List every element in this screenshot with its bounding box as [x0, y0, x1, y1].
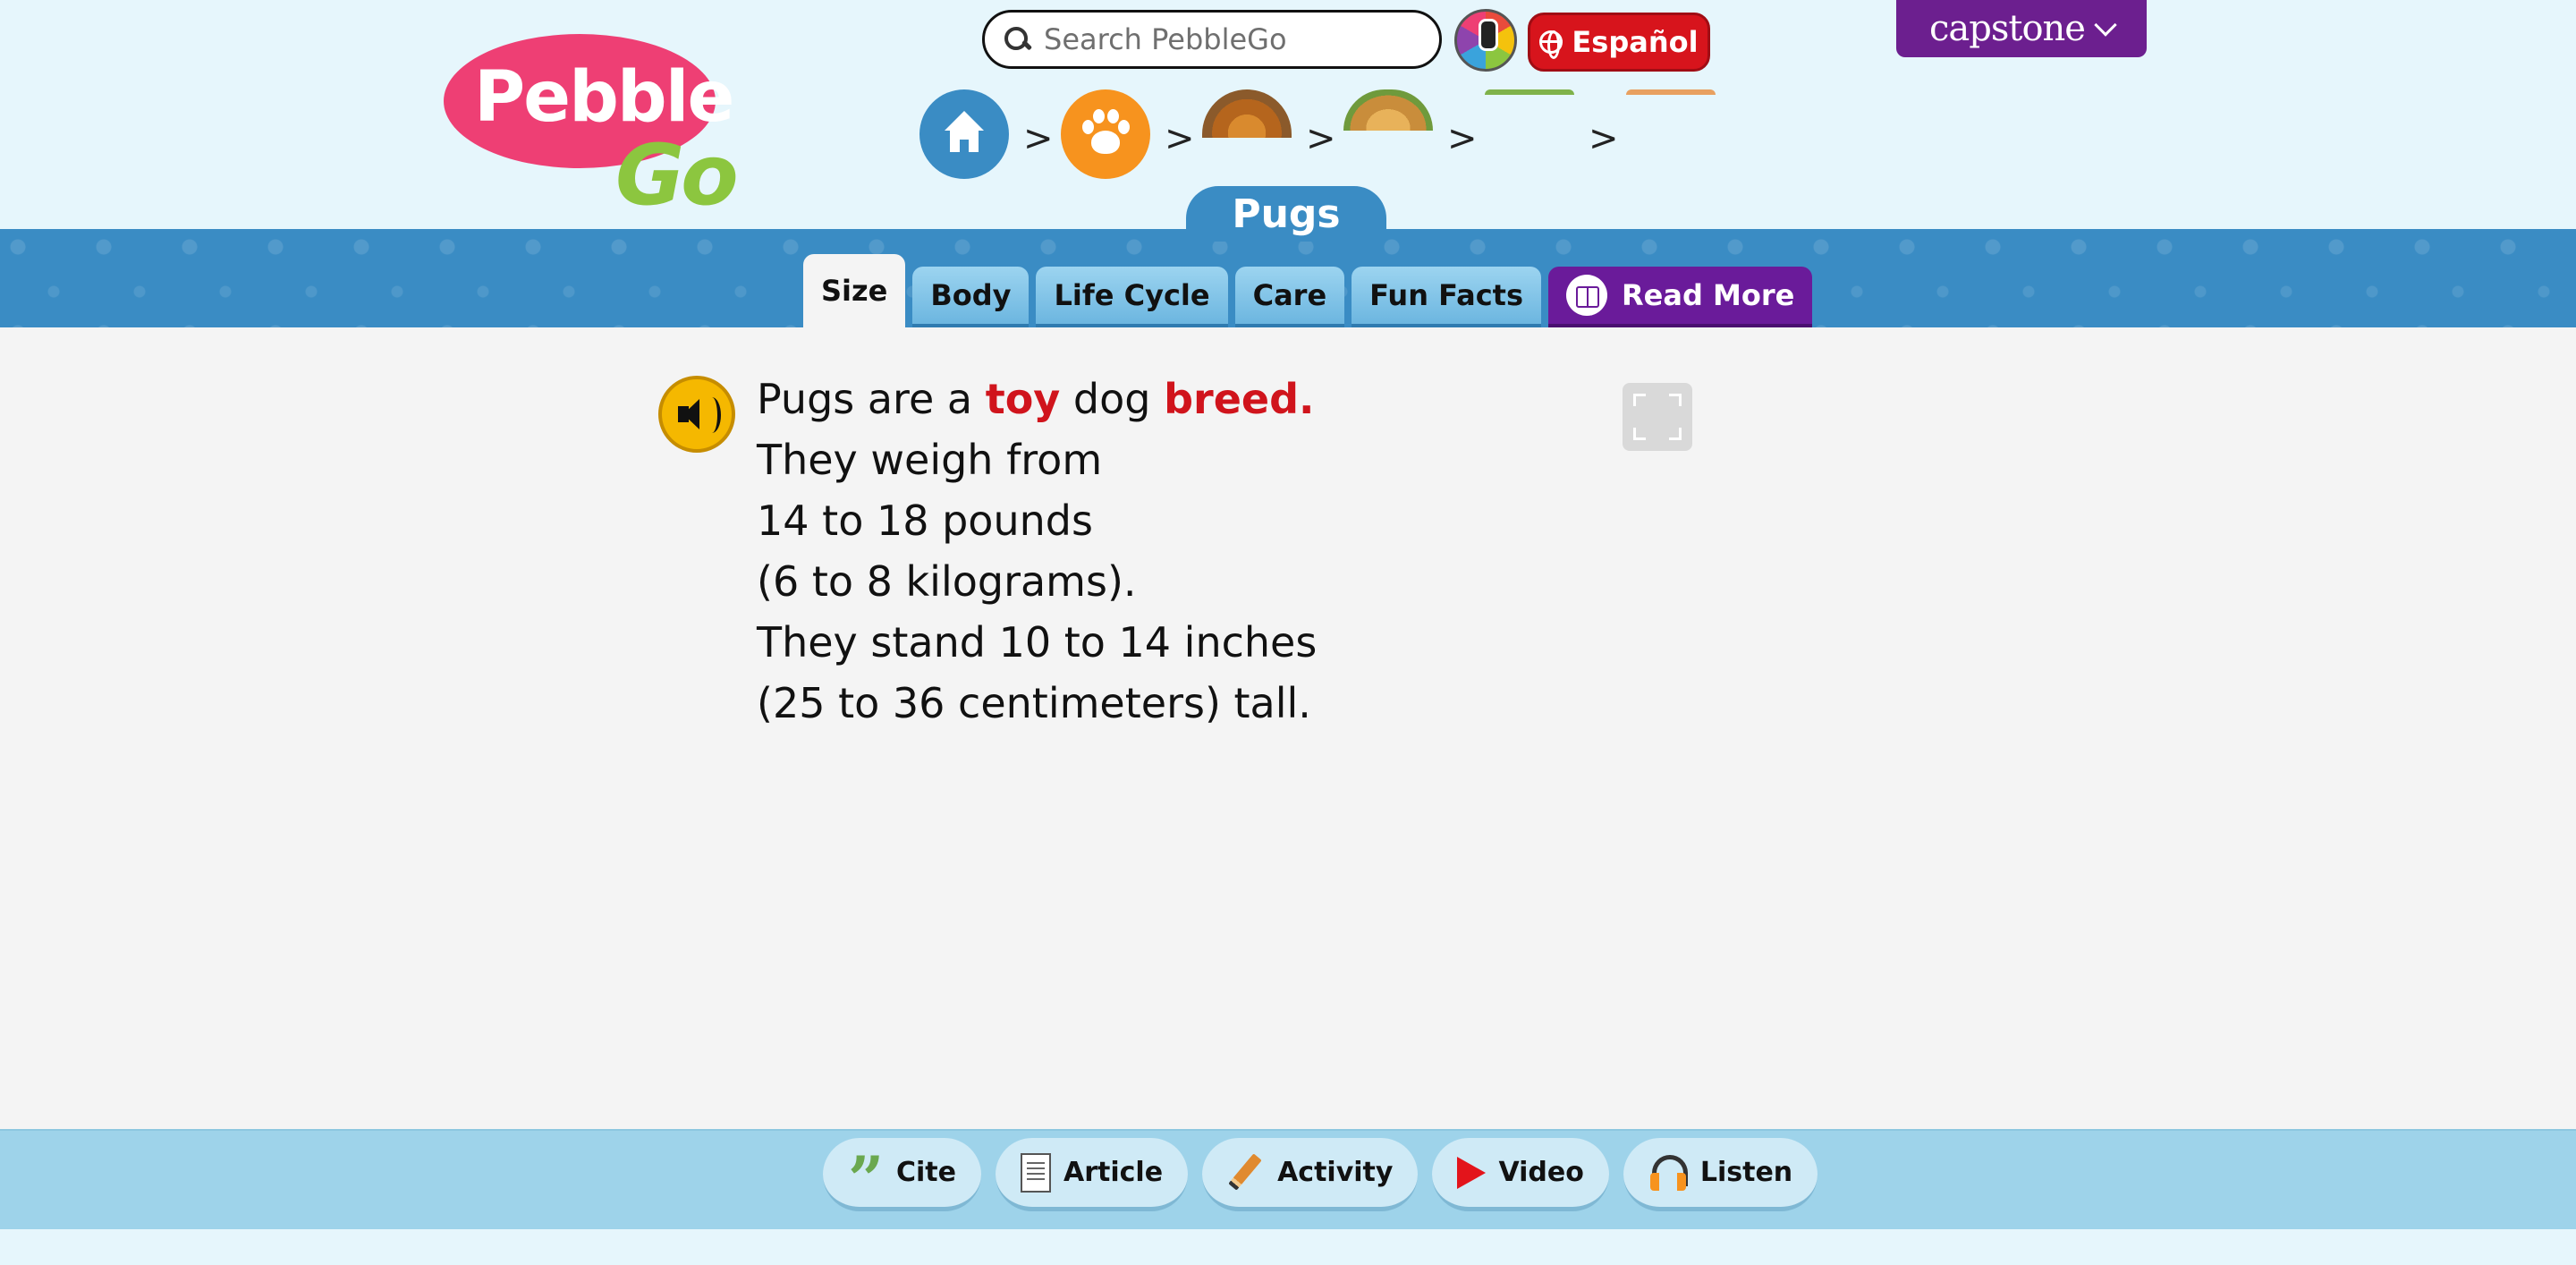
breadcrumb-separator: >	[1306, 118, 1336, 159]
capstone-label: capstone	[1929, 8, 2086, 49]
breadcrumb-dogs-image[interactable]	[1202, 89, 1292, 138]
breadcrumb-image-4[interactable]	[1485, 89, 1574, 95]
paw-icon	[1080, 107, 1131, 161]
color-wheel-icon[interactable]	[1454, 9, 1517, 72]
text-segment: Pugs are a	[757, 375, 986, 423]
breadcrumb-animals[interactable]	[1061, 89, 1150, 179]
activity-button[interactable]: Activity	[1202, 1138, 1419, 1211]
audio-button[interactable]	[658, 376, 735, 453]
text-line-4: (6 to 8 kilograms).	[757, 557, 1137, 606]
text-line-5: They stand 10 to 14 inches	[757, 618, 1318, 666]
cite-button[interactable]: Cite	[823, 1138, 981, 1217]
globe-icon	[1539, 30, 1563, 59]
glossary-word-breed[interactable]: breed.	[1164, 375, 1314, 423]
tool-buttons: Cite Article Activity Video Listen	[823, 1138, 1818, 1217]
breadcrumb: > > > > >	[919, 89, 1716, 183]
text-line-2: They weigh from	[757, 436, 1103, 484]
chevron-down-icon	[2094, 13, 2117, 37]
breadcrumb-separator: >	[1023, 118, 1054, 159]
video-label: Video	[1498, 1157, 1584, 1188]
breadcrumb-separator: >	[1589, 118, 1619, 159]
search-bar	[982, 10, 1442, 69]
read-more-label: Read More	[1622, 278, 1795, 312]
espanol-button[interactable]: Español	[1528, 13, 1710, 72]
tab-size[interactable]: Size	[803, 254, 906, 327]
article-label: Article	[1063, 1157, 1164, 1188]
headphones-icon	[1648, 1153, 1688, 1193]
cite-label: Cite	[896, 1157, 956, 1188]
article-button[interactable]: Article	[996, 1138, 1189, 1211]
breadcrumb-separator: >	[1165, 118, 1195, 159]
glossary-word-toy[interactable]: toy	[986, 375, 1061, 423]
home-icon	[945, 111, 984, 154]
tab-life-cycle[interactable]: Life Cycle	[1036, 267, 1228, 327]
text-line-1: Pugs are a toy dog breed.	[757, 369, 1562, 429]
article-text: Pugs are a toy dog breed. They weigh fro…	[757, 369, 1562, 734]
logo-go-text: Go	[615, 127, 739, 225]
pencil-icon	[1227, 1154, 1265, 1192]
video-button[interactable]: Video	[1432, 1138, 1609, 1211]
espanol-label: Español	[1572, 25, 1699, 59]
pebblego-logo[interactable]: Pebble Go	[440, 30, 744, 225]
listen-label: Listen	[1699, 1157, 1793, 1188]
topic-tabs: Size Body Life Cycle Care Fun Facts Read…	[803, 254, 1813, 327]
text-line-3: 14 to 18 pounds	[757, 497, 1093, 545]
page-title: Pugs	[1186, 186, 1386, 242]
document-icon	[1021, 1152, 1051, 1193]
quote-icon	[848, 1142, 884, 1217]
read-more-button[interactable]: Read More	[1548, 267, 1813, 327]
breadcrumb-home[interactable]	[919, 89, 1009, 179]
tab-care[interactable]: Care	[1234, 267, 1345, 327]
search-icon[interactable]	[1003, 25, 1031, 54]
bottom-strip	[0, 1229, 2576, 1265]
text-line-6: (25 to 36 centimeters) tall.	[757, 679, 1311, 727]
search-input[interactable]	[1044, 22, 1419, 56]
tab-fun-facts[interactable]: Fun Facts	[1352, 267, 1542, 327]
breadcrumb-separator: >	[1447, 118, 1478, 159]
breadcrumb-breed-image[interactable]	[1343, 89, 1433, 131]
capstone-menu[interactable]: capstone	[1896, 0, 2147, 57]
play-icon	[1457, 1156, 1487, 1189]
book-icon	[1566, 275, 1608, 316]
logo-pebble-text: Pebble	[474, 57, 734, 138]
breadcrumb-image-5[interactable]	[1626, 89, 1716, 95]
listen-button[interactable]: Listen	[1623, 1138, 1818, 1211]
activity-label: Activity	[1277, 1157, 1394, 1188]
text-segment: dog	[1060, 375, 1165, 423]
expand-icon[interactable]	[1623, 383, 1692, 451]
tab-body[interactable]: Body	[912, 267, 1030, 327]
